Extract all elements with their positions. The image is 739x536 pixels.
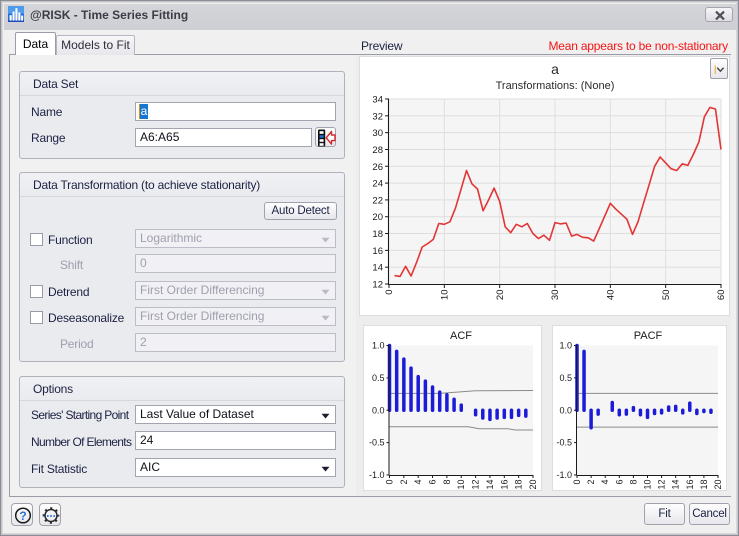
svg-text:1.0: 1.0 (372, 340, 385, 350)
svg-text:24: 24 (372, 179, 383, 190)
svg-text:?: ? (19, 509, 26, 523)
svg-text:14: 14 (372, 263, 383, 274)
svg-text:20: 20 (528, 479, 538, 489)
svg-text:18: 18 (372, 229, 383, 240)
svg-text:8: 8 (442, 479, 452, 484)
svg-text:50: 50 (661, 290, 672, 301)
svg-text:60: 60 (716, 290, 727, 301)
svg-text:6: 6 (428, 479, 438, 484)
svg-text:-1.0: -1.0 (556, 470, 572, 480)
svg-text:6: 6 (614, 479, 624, 484)
svg-text:0.0: 0.0 (559, 405, 572, 415)
svg-text:30: 30 (372, 128, 383, 139)
svg-text:a: a (551, 61, 559, 77)
svg-text:26: 26 (372, 162, 383, 173)
svg-text:0.5: 0.5 (559, 372, 572, 382)
svg-text:0: 0 (385, 479, 395, 484)
svg-text:0: 0 (572, 479, 582, 484)
svg-text:30: 30 (550, 290, 561, 301)
svg-text:40: 40 (606, 290, 617, 301)
svg-text:18: 18 (699, 479, 709, 489)
svg-text:0.0: 0.0 (372, 405, 385, 415)
svg-text:12: 12 (372, 280, 383, 291)
svg-text:16: 16 (372, 246, 383, 257)
svg-text:20: 20 (495, 290, 506, 301)
svg-text:Transformations: (None): Transformations: (None) (496, 80, 615, 92)
svg-text:10: 10 (643, 479, 653, 489)
svg-text:16: 16 (685, 479, 695, 489)
svg-text:ACF: ACF (450, 330, 472, 342)
svg-text:1.0: 1.0 (559, 340, 572, 350)
svg-text:12: 12 (471, 479, 481, 489)
svg-text:4: 4 (413, 479, 423, 484)
svg-text:PACF: PACF (634, 330, 663, 342)
svg-text:28: 28 (372, 145, 383, 156)
svg-text:12: 12 (657, 479, 667, 489)
svg-text:20: 20 (713, 479, 723, 489)
svg-text:4: 4 (600, 479, 610, 484)
svg-text:-1.0: -1.0 (369, 470, 385, 480)
svg-text:16: 16 (499, 479, 509, 489)
svg-text:22: 22 (372, 195, 383, 206)
svg-text:14: 14 (485, 479, 495, 489)
svg-text:18: 18 (514, 479, 524, 489)
svg-text:2: 2 (586, 479, 596, 484)
svg-text:10: 10 (456, 479, 466, 489)
svg-text:32: 32 (372, 111, 383, 122)
svg-text:34: 34 (372, 95, 383, 106)
svg-text:0.5: 0.5 (372, 372, 385, 382)
svg-text:2: 2 (399, 479, 409, 484)
svg-text:8: 8 (628, 479, 638, 484)
svg-text:14: 14 (671, 479, 681, 489)
svg-text:0: 0 (384, 290, 395, 295)
svg-text:20: 20 (372, 212, 383, 223)
svg-text:-0.5: -0.5 (556, 437, 572, 447)
svg-text:10: 10 (440, 290, 451, 301)
svg-text:-0.5: -0.5 (369, 437, 385, 447)
